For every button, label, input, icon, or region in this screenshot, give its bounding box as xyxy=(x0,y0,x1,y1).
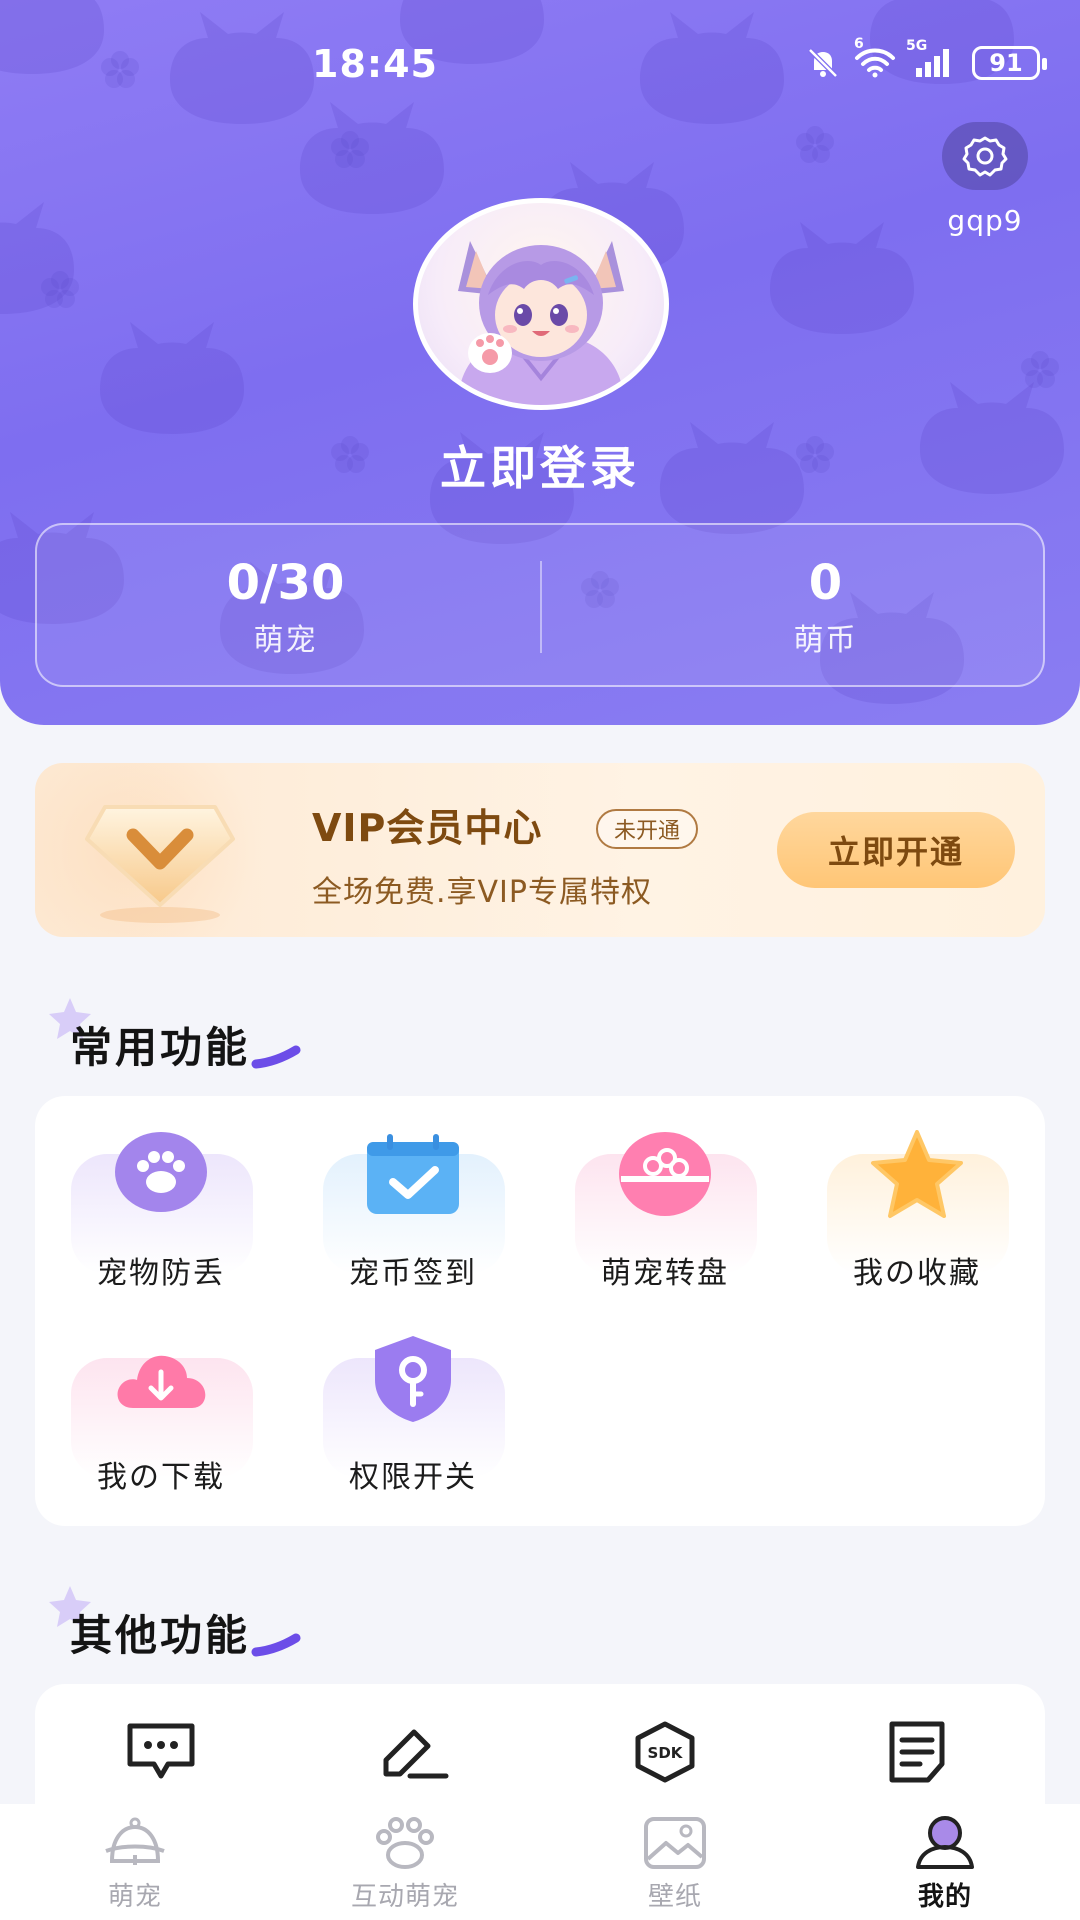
gear-icon xyxy=(962,136,1008,177)
func-label: 宠币签到 xyxy=(349,1256,477,1291)
stat-pets-value: 0/30 xyxy=(226,555,345,611)
paw-icon xyxy=(376,1817,434,1869)
stat-coins[interactable]: 0 萌币 xyxy=(573,555,1078,659)
func-downloads[interactable]: 我の下载 xyxy=(35,1300,287,1500)
vip-title: VIP会员中心 xyxy=(312,806,543,850)
profile-header: 18:45 6 5G 91 gqp9 立即登录 0/30 萌宠 0 萌币 xyxy=(0,0,1080,725)
vip-banner[interactable]: VIP会员中心 未开通 全场免费.享VIP专属特权 立即开通 xyxy=(35,763,1045,937)
stat-pets[interactable]: 0/30 萌宠 xyxy=(33,555,538,659)
battery-indicator: 91 xyxy=(972,46,1047,80)
stats-panel: 0/30 萌宠 0 萌币 xyxy=(35,523,1045,687)
sdk-text: SDK xyxy=(648,1744,684,1762)
func-label: 我の下载 xyxy=(97,1460,225,1495)
status-time: 18:45 xyxy=(312,42,438,86)
paw-icon xyxy=(115,1132,207,1212)
func-label: 宠物防丢 xyxy=(97,1256,225,1291)
message-icon xyxy=(127,1723,195,1779)
bottom-nav: 萌宠 互动萌宠 壁纸 我的 xyxy=(0,1804,1080,1920)
stat-pets-label: 萌宠 xyxy=(253,623,318,658)
pet-bell-icon xyxy=(105,1817,165,1865)
shield-key-icon xyxy=(375,1336,451,1422)
nav-label: 壁纸 xyxy=(647,1882,702,1912)
nav-label: 萌宠 xyxy=(107,1882,162,1912)
nav-item-interactive-pets[interactable]: 互动萌宠 xyxy=(270,1812,540,1913)
common-functions-card: 宠物防丢 宠币签到 萌宠转盘 我の收藏 我の下载 权限开关 xyxy=(35,1096,1045,1526)
stat-coins-value: 0 xyxy=(808,555,843,611)
other-functions-title: 其他功能 xyxy=(70,1611,251,1660)
nav-label: 我的 xyxy=(917,1882,972,1912)
other-feedback[interactable] xyxy=(35,1720,287,1784)
signal-badge: 5G xyxy=(906,38,928,54)
edit-icon xyxy=(383,1729,449,1779)
document-icon xyxy=(889,1721,945,1783)
vip-activate-button[interactable]: 立即开通 xyxy=(777,812,1015,888)
cat-girl-avatar-icon xyxy=(458,241,624,405)
func-label: 我の收藏 xyxy=(853,1256,981,1291)
func-label: 权限开关 xyxy=(349,1460,477,1495)
vip-badge-icon xyxy=(85,805,235,923)
wifi-indicator: 6 xyxy=(854,36,896,82)
wheel-icon xyxy=(619,1132,711,1216)
other-document[interactable] xyxy=(791,1720,1043,1784)
cloud-download-icon xyxy=(117,1355,206,1408)
avatar[interactable] xyxy=(413,198,669,410)
signal-indicator: 5G xyxy=(906,38,958,82)
nav-item-pets[interactable]: 萌宠 xyxy=(0,1812,270,1913)
func-pet-wheel[interactable]: 萌宠转盘 xyxy=(539,1096,791,1296)
star-icon xyxy=(871,1130,963,1218)
vip-description: 全场免费.享VIP专属特权 xyxy=(312,875,652,910)
nav-label: 互动萌宠 xyxy=(350,1882,459,1912)
func-coin-checkin[interactable]: 宠币签到 xyxy=(287,1096,539,1296)
func-label: 萌宠转盘 xyxy=(601,1256,729,1291)
other-edit[interactable] xyxy=(287,1720,539,1784)
sdk-icon: SDK xyxy=(635,1721,695,1783)
login-button[interactable]: 立即登录 xyxy=(0,432,1080,498)
mute-bell-icon xyxy=(808,48,838,78)
func-pet-antilost[interactable]: 宠物防丢 xyxy=(35,1096,287,1296)
profile-icon xyxy=(916,1816,974,1869)
nav-item-wallpaper[interactable]: 壁纸 xyxy=(540,1812,810,1913)
func-permissions[interactable]: 权限开关 xyxy=(287,1300,539,1500)
stats-divider xyxy=(540,561,542,653)
func-favorites[interactable]: 我の收藏 xyxy=(791,1096,1043,1296)
common-functions-title: 常用功能 xyxy=(70,1023,251,1072)
vip-status-badge: 未开通 xyxy=(596,809,699,849)
stat-coins-label: 萌币 xyxy=(793,623,858,658)
other-sdk[interactable]: SDK xyxy=(539,1720,791,1784)
settings-label: gqp9 xyxy=(947,204,1023,237)
status-bar: 18:45 6 5G 91 xyxy=(0,0,1080,130)
wallpaper-icon xyxy=(644,1817,706,1869)
network-badge: 6 xyxy=(854,36,864,52)
nav-item-profile[interactable]: 我的 xyxy=(810,1812,1080,1913)
status-icons: 6 5G 91 xyxy=(806,36,1047,82)
calendar-check-icon xyxy=(367,1134,459,1214)
settings-button[interactable] xyxy=(942,122,1028,190)
